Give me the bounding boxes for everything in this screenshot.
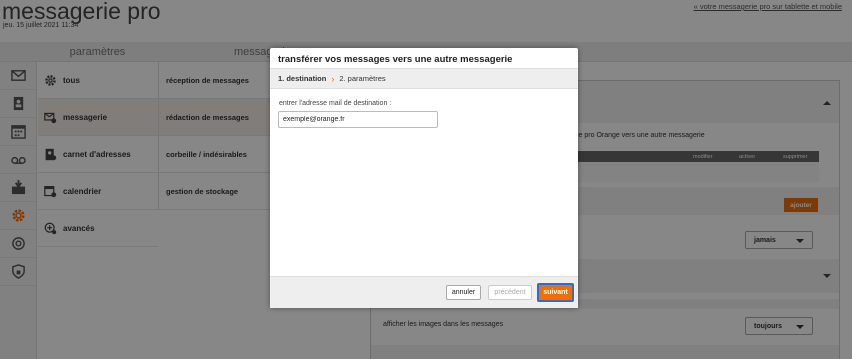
transfer-dialog: transférer vos messages vers une autre m… (270, 48, 578, 308)
dialog-title: transférer vos messages vers une autre m… (278, 54, 513, 65)
destination-email-input[interactable] (278, 111, 438, 128)
chevron-right-icon: › (331, 73, 335, 84)
previous-button[interactable]: précédent (488, 285, 532, 300)
wizard-steps: 1. destination › 2. paramètres (270, 68, 578, 89)
destination-label: entrer l'adresse mail de destination : (279, 100, 392, 107)
cancel-button[interactable]: annuler (446, 285, 481, 300)
step-parametres: 2. paramètres (339, 74, 386, 83)
step-destination: 1. destination (278, 74, 327, 83)
dialog-footer: annuler précédent suivant (270, 276, 578, 308)
next-button[interactable]: suivant (537, 283, 574, 302)
